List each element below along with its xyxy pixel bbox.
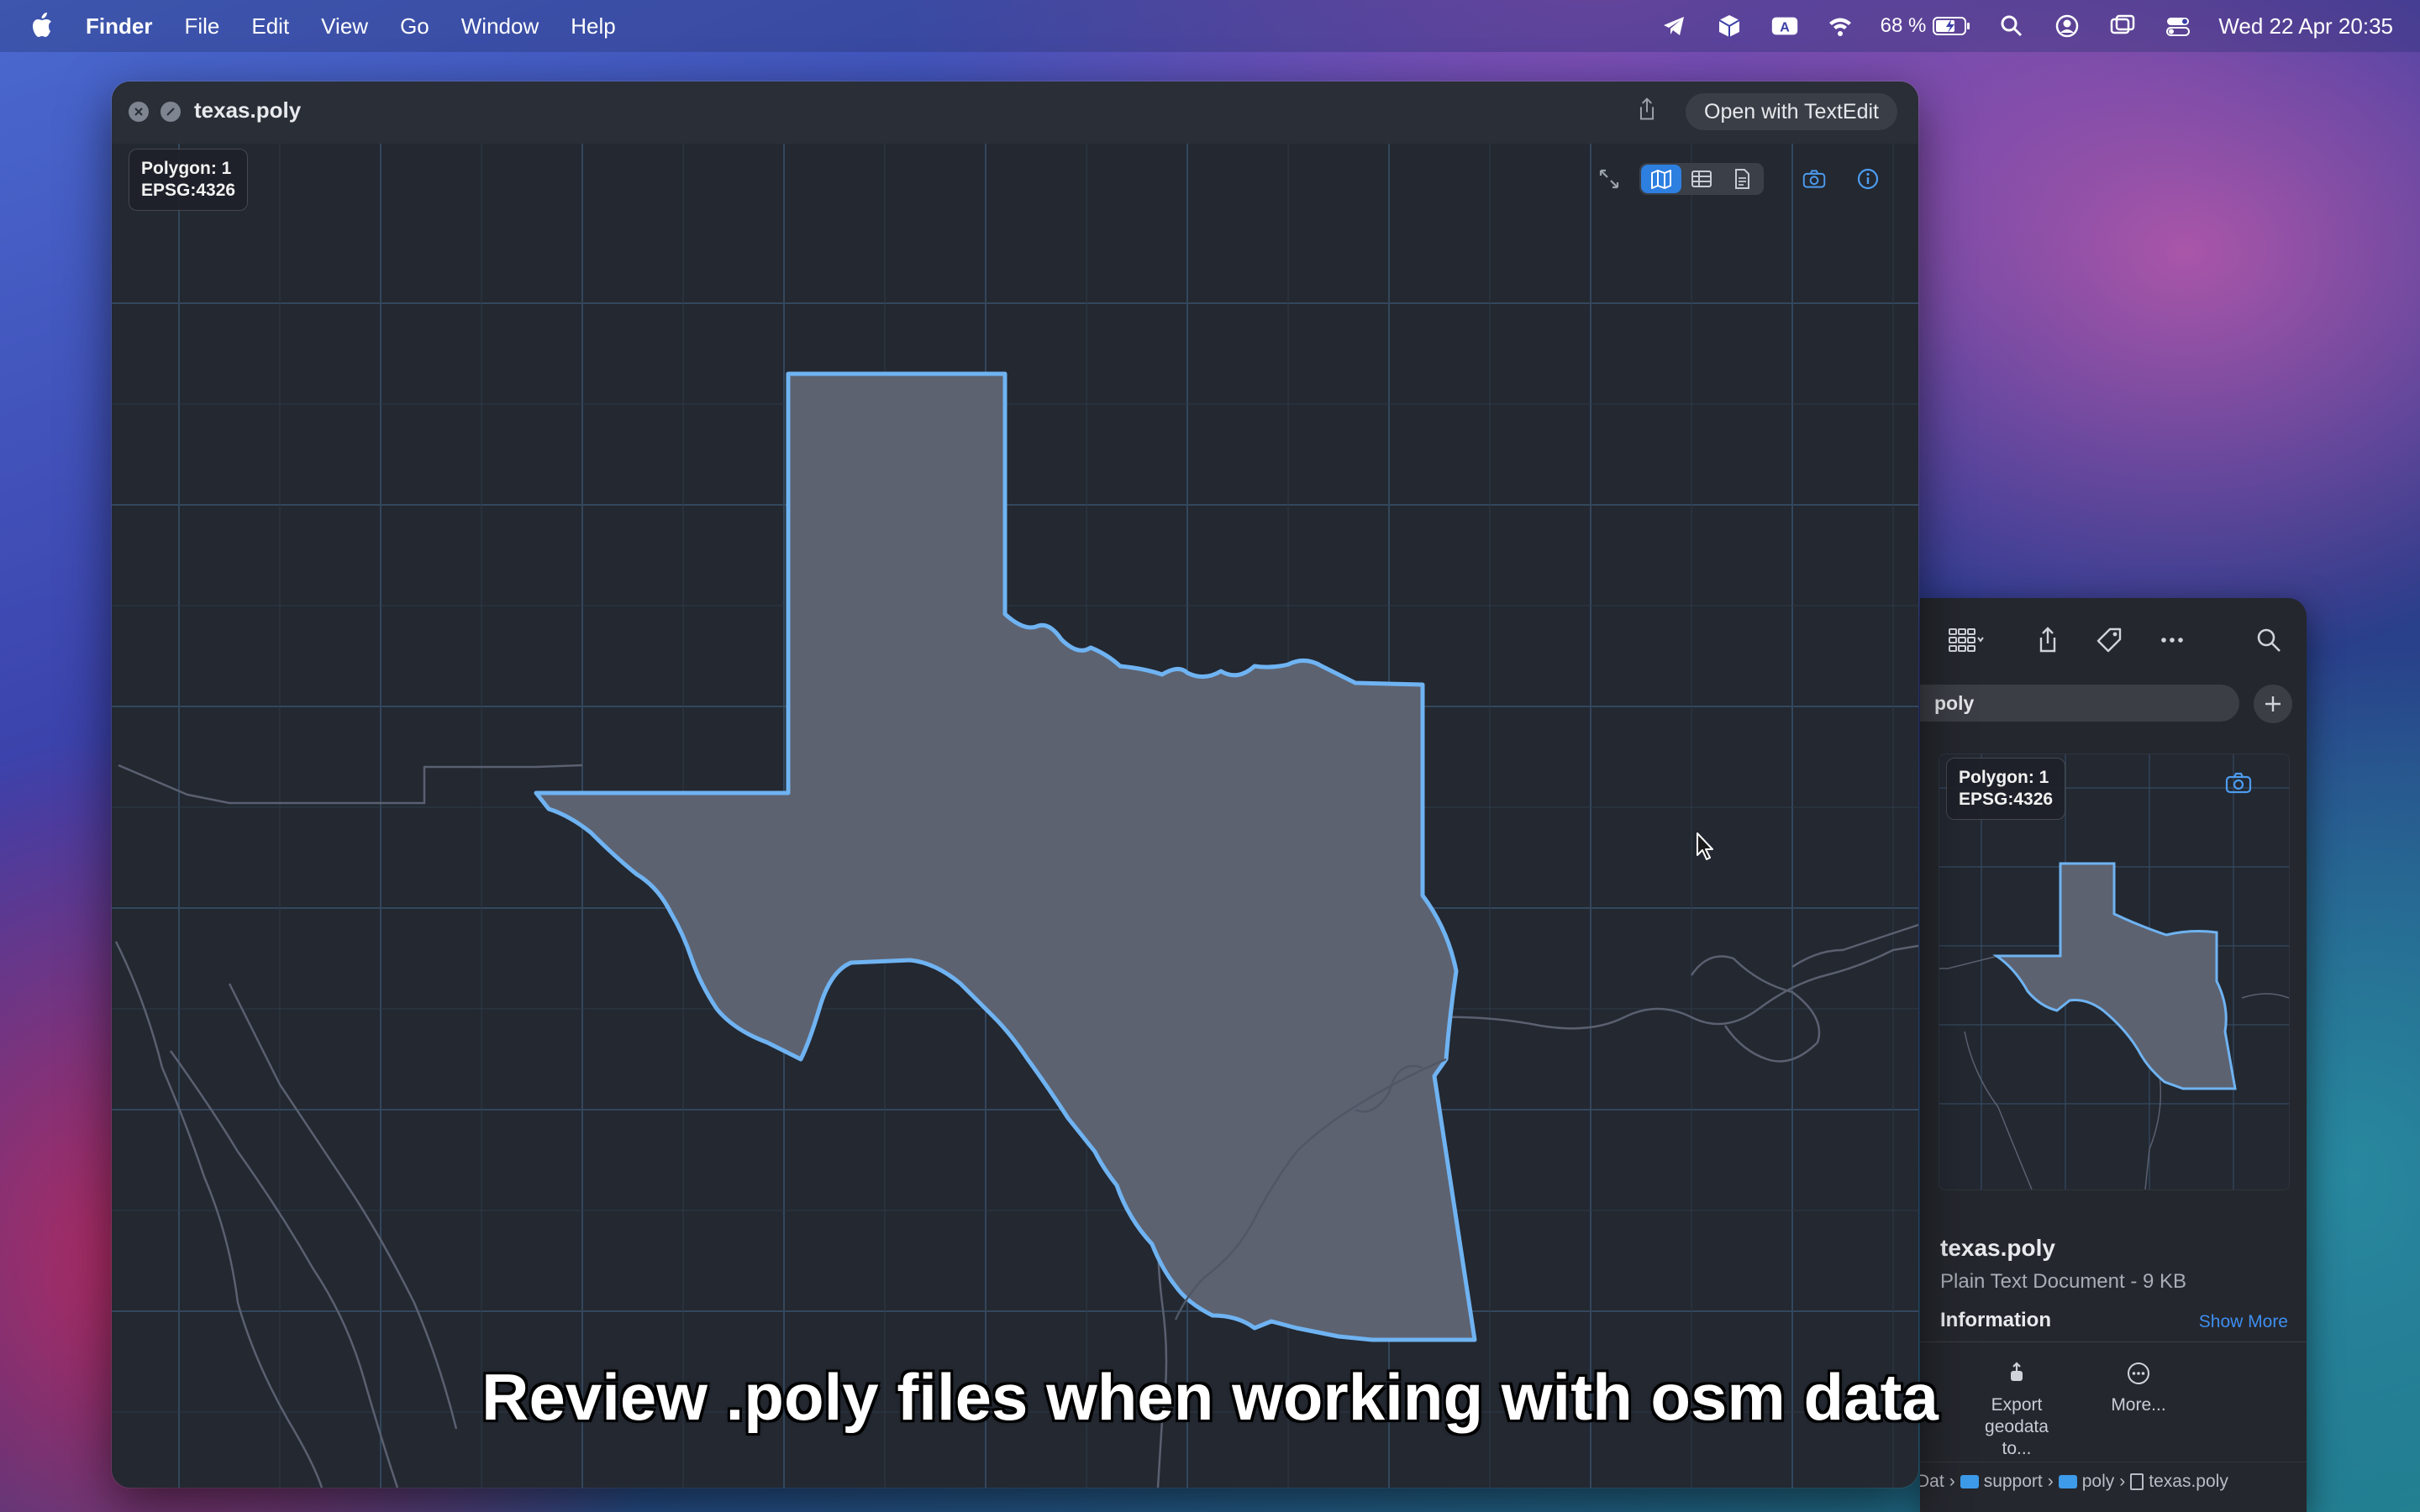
quicklook-window: texas.poly Open with TextEdit Polygon: 1… bbox=[112, 81, 1918, 1488]
share-icon[interactable] bbox=[1634, 97, 1665, 127]
information-heading: Information bbox=[1940, 1309, 2051, 1331]
map-toolbar bbox=[1591, 162, 1886, 196]
close-button[interactable] bbox=[129, 102, 149, 122]
table-view-button[interactable] bbox=[1681, 165, 1722, 193]
search-icon[interactable] bbox=[2250, 622, 2287, 659]
keyboard-a-icon[interactable]: A bbox=[1770, 11, 1800, 41]
mouse-cursor-icon bbox=[1697, 832, 1713, 860]
path-segment-dat[interactable]: Dat bbox=[1920, 1472, 1944, 1492]
map-icon bbox=[1651, 170, 1671, 189]
preview-polygon-count: Polygon: 1 bbox=[1959, 768, 2049, 787]
divider bbox=[1920, 1341, 2307, 1342]
path-segment-file[interactable]: texas.poly bbox=[2149, 1472, 2228, 1492]
svg-text:A: A bbox=[1780, 20, 1790, 34]
menu-edit[interactable]: Edit bbox=[251, 13, 289, 39]
crs-label: EPSG:4326 bbox=[141, 181, 236, 200]
menu-file[interactable]: File bbox=[184, 13, 219, 39]
finder-toolbar bbox=[1920, 598, 2307, 679]
folder-icon bbox=[1960, 1475, 1979, 1488]
battery-percent: 68 % bbox=[1880, 14, 1927, 37]
screen-mirror-icon[interactable] bbox=[2107, 11, 2138, 41]
document-icon bbox=[1735, 169, 1749, 189]
fullscreen-button[interactable] bbox=[160, 102, 181, 122]
battery-status[interactable]: 68 % bbox=[1881, 14, 1972, 38]
text-view-button[interactable] bbox=[1722, 165, 1762, 193]
share-icon[interactable] bbox=[2031, 622, 2065, 659]
more-options-icon[interactable] bbox=[2155, 622, 2189, 659]
menu-app-finder[interactable]: Finder bbox=[86, 13, 152, 39]
video-caption: Review .poly files when working with osm… bbox=[481, 1360, 1939, 1434]
preview-camera-icon[interactable] bbox=[2225, 771, 2259, 801]
finder-preview-map[interactable]: Polygon: 1 EPSG:4326 bbox=[1939, 753, 2290, 1190]
info-icon[interactable] bbox=[1849, 163, 1886, 195]
menu-go[interactable]: Go bbox=[400, 13, 429, 39]
document-icon bbox=[2130, 1473, 2144, 1490]
user-icon[interactable] bbox=[2052, 11, 2082, 41]
view-mode-segmented-control bbox=[1639, 163, 1764, 195]
expand-icon[interactable] bbox=[1591, 163, 1628, 195]
plus-icon bbox=[2265, 696, 2281, 711]
preview-crs: EPSG:4326 bbox=[1959, 790, 2054, 809]
menu-window[interactable]: Window bbox=[461, 13, 539, 39]
search-field[interactable]: poly bbox=[1920, 685, 2239, 722]
chevron-right-icon: › bbox=[2047, 1472, 2054, 1491]
window-title: texas.poly bbox=[194, 97, 302, 123]
map-info-badge: Polygon: 1 EPSG:4326 bbox=[129, 149, 249, 211]
open-with-textedit-button[interactable]: Open with TextEdit bbox=[1686, 93, 1897, 130]
chevron-right-icon: › bbox=[2119, 1472, 2126, 1491]
wifi-icon[interactable] bbox=[1825, 11, 1855, 41]
menu-view[interactable]: View bbox=[321, 13, 368, 39]
battery-icon bbox=[1933, 17, 1970, 35]
polygon-count: Polygon: 1 bbox=[141, 159, 232, 178]
path-bar: Dat › support › poly › texas.poly bbox=[1920, 1462, 2307, 1501]
quicklook-titlebar: texas.poly Open with TextEdit bbox=[112, 81, 1918, 144]
menu-bar: Finder File Edit View Go Window Help A 6… bbox=[0, 0, 2420, 52]
finder-file-name: texas.poly bbox=[1940, 1235, 2055, 1261]
control-center-icon[interactable] bbox=[2163, 11, 2193, 41]
apple-logo-icon[interactable] bbox=[30, 10, 55, 40]
finder-file-kind: Plain Text Document - 9 KB bbox=[1940, 1270, 2187, 1293]
path-segment-support[interactable]: support bbox=[1984, 1472, 2043, 1492]
chevron-right-icon: › bbox=[1949, 1472, 1955, 1491]
folder-icon bbox=[2058, 1475, 2077, 1488]
view-options-button[interactable] bbox=[1939, 622, 1994, 659]
fullscreen-icon bbox=[166, 108, 175, 116]
map-view[interactable]: Polygon: 1 EPSG:4326 bbox=[112, 144, 1918, 1488]
camera-icon[interactable] bbox=[1796, 163, 1833, 195]
show-more-link[interactable]: Show More bbox=[2199, 1312, 2288, 1332]
tag-icon[interactable] bbox=[2092, 622, 2126, 659]
menu-bar-clock[interactable]: Wed 22 Apr 20:35 bbox=[2218, 13, 2393, 39]
table-icon bbox=[1691, 171, 1712, 187]
close-icon bbox=[134, 108, 143, 116]
preview-info-badge: Polygon: 1 EPSG:4326 bbox=[1946, 758, 2066, 820]
cube-icon[interactable] bbox=[1714, 11, 1744, 41]
spotlight-icon[interactable] bbox=[1996, 11, 2027, 41]
path-segment-poly[interactable]: poly bbox=[2082, 1472, 2115, 1492]
telegram-icon[interactable] bbox=[1659, 11, 1689, 41]
add-search-criteria-button[interactable] bbox=[2254, 685, 2292, 723]
map-view-button[interactable] bbox=[1641, 165, 1681, 193]
menu-help[interactable]: Help bbox=[571, 13, 615, 39]
